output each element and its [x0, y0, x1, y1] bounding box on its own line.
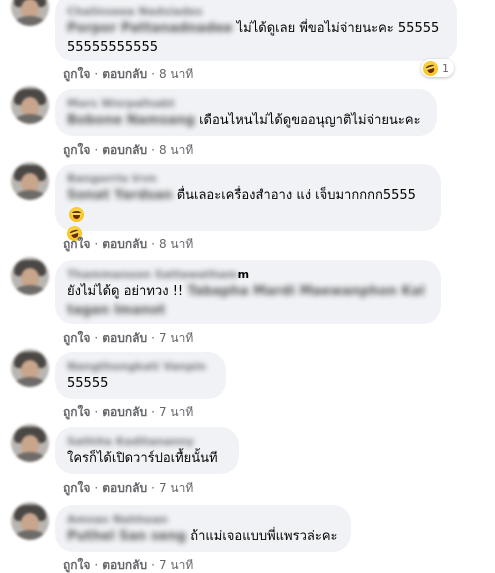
comment-actions: ถูกใจ · ตอบกลับ · 7 นาที [63, 481, 194, 495]
comment-author[interactable]: Amnas Nahhoan [67, 512, 339, 527]
comment-author[interactable]: Thammanoon Sattawathamm [67, 267, 429, 282]
like-button[interactable]: ถูกใจ [63, 481, 90, 495]
reply-button[interactable]: ตอบกลับ [102, 331, 147, 345]
reply-button[interactable]: ตอบกลับ [102, 558, 147, 572]
avatar[interactable] [11, 0, 49, 26]
avatar[interactable] [11, 86, 49, 124]
comment-text: Puthel San seng ถ้าแม่เจอแบบพี่แพรวล่ะคะ [67, 529, 338, 544]
comment-text: Sonat Yardsan ตื่นเลอะเครื่องสำอาง แง่ เ… [65, 186, 429, 243]
comment-bubble: Mors Wnrpafnakt Bobone Namsang เดือนไหนไ… [55, 89, 437, 136]
avatar[interactable] [11, 424, 49, 462]
comment-bubble: Thammanoon Sattawathamm ยังไม่ได้ดู อย่า… [55, 260, 441, 324]
like-button[interactable]: ถูกใจ [63, 237, 90, 251]
comment-actions: ถูกใจ · ตอบกลับ · 7 นาที [63, 331, 194, 345]
like-button[interactable]: ถูกใจ [63, 143, 90, 157]
comment-actions: ถูกใจ · ตอบกลับ · 7 นาที [63, 405, 194, 419]
comment-bubble: Nangthongkati Vanpin 55555 [55, 352, 226, 399]
laughing-emoji-icon [69, 207, 84, 222]
comment-time[interactable]: 7 นาที [159, 558, 193, 572]
like-button[interactable]: ถูกใจ [63, 405, 90, 419]
comment-bubble: Sathita Kaditananny ใครก็ได้เปิดวาร์ปอเท… [55, 427, 239, 474]
like-button[interactable]: ถูกใจ [63, 67, 90, 81]
like-button[interactable]: ถูกใจ [63, 558, 90, 572]
comment-author[interactable]: Nangthongkati Vanpin [67, 359, 214, 374]
comment-actions: ถูกใจ · ตอบกลับ · 7 นาที [63, 558, 194, 572]
comment-author[interactable]: Mors Wnrpafnakt [67, 96, 425, 111]
laughing-emoji-icon [421, 58, 440, 78]
comment-text: ใครก็ได้เปิดวาร์ปอเทื้ยนั้นที [67, 451, 218, 466]
comment-actions: ถูกใจ · ตอบกลับ · 8 นาที [63, 237, 194, 251]
comment-author[interactable]: Sathita Kaditananny [67, 434, 227, 449]
comment-time[interactable]: 7 นาที [159, 331, 193, 345]
reply-button[interactable]: ตอบกลับ [102, 67, 147, 81]
reply-button[interactable]: ตอบกลับ [102, 481, 147, 495]
comment-bubble: Bangorrio Irvn Sonat Yardsan ตื่นเลอะเคร… [55, 164, 441, 243]
reply-button[interactable]: ตอบกลับ [102, 143, 147, 157]
comment-time[interactable]: 7 นาที [159, 405, 193, 419]
comment-time[interactable]: 7 นาที [159, 481, 193, 495]
reaction-count[interactable]: 1 [421, 58, 454, 78]
avatar[interactable] [11, 257, 49, 295]
comment-actions: ถูกใจ · ตอบกลับ · 8 นาที [63, 143, 194, 157]
comment-text: ยังไม่ได้ดู อย่าทวง !! Tabapha Mardi Mae… [67, 284, 425, 318]
comment-time[interactable]: 8 นาที [159, 237, 193, 251]
comment-author[interactable]: Bangorrio Irvn [67, 171, 429, 186]
comment-bubble: Amnas Nahhoan Puthel San seng ถ้าแม่เจอแ… [55, 505, 351, 552]
comment-author[interactable]: Chalinseea Nadsiades [67, 4, 445, 19]
comment-text: Bobone Namsang เดือนไหนไม่ได้ดูขออนุญาติ… [67, 113, 421, 128]
comment-time[interactable]: 8 นาที [159, 67, 193, 81]
reply-button[interactable]: ตอบกลับ [102, 237, 147, 251]
comments-thread: { "comments": [ { "author": "Chalinseea … [0, 0, 495, 573]
avatar[interactable] [11, 502, 49, 540]
comment-bubble: Chalinseea Nadsiades Porpor Pattanadnade… [55, 0, 457, 61]
comment-text: Porpor Pattanadnadee ไม่ได้ดูเลย พี่ขอไม… [67, 21, 440, 55]
avatar[interactable] [11, 349, 49, 387]
comment-actions: ถูกใจ · ตอบกลับ · 8 นาที [63, 67, 194, 81]
comment-text: 55555 [67, 376, 109, 391]
comment-time[interactable]: 8 นาที [159, 143, 193, 157]
reply-button[interactable]: ตอบกลับ [102, 405, 147, 419]
avatar[interactable] [11, 162, 49, 200]
like-button[interactable]: ถูกใจ [63, 331, 90, 345]
